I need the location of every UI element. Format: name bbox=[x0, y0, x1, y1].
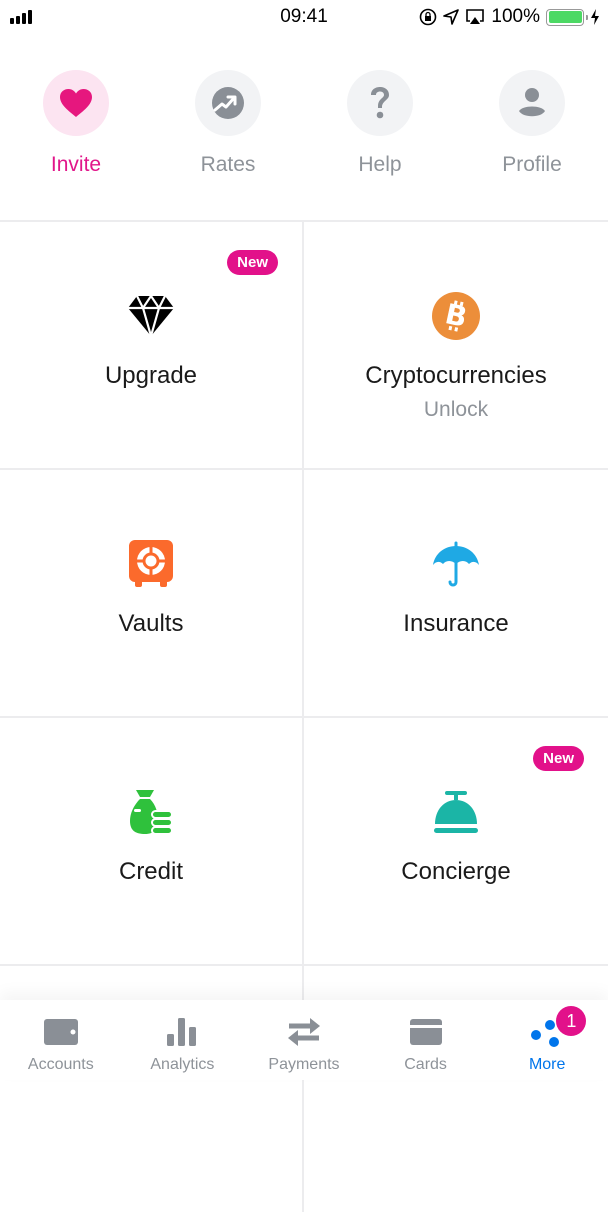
charging-icon bbox=[591, 9, 599, 25]
tile-label: Vaults bbox=[118, 610, 184, 637]
tab-bar: Accounts Analytics Payments Cards 1 More bbox=[0, 1000, 608, 1080]
tile-label: Insurance bbox=[403, 610, 509, 637]
tab-label: Analytics bbox=[150, 1056, 215, 1073]
tile-concierge[interactable]: New Concierge bbox=[304, 718, 608, 964]
tile-credit[interactable]: Credit bbox=[0, 718, 304, 964]
tile-label: Concierge bbox=[401, 858, 511, 885]
service-bell-icon bbox=[434, 791, 478, 833]
tab-label: Payments bbox=[268, 1056, 340, 1073]
quick-action-label: Rates bbox=[200, 153, 256, 176]
battery-icon bbox=[546, 8, 588, 26]
tile-cryptocurrencies[interactable]: B Cryptocurrencies Unlock bbox=[304, 222, 608, 468]
tab-payments[interactable]: Payments bbox=[243, 1000, 365, 1080]
card-icon bbox=[409, 1019, 442, 1045]
status-bar: 09:41 100% bbox=[0, 0, 608, 34]
transfer-arrows-icon bbox=[287, 1018, 320, 1046]
tab-label: More bbox=[528, 1056, 566, 1073]
tile-insurance[interactable]: Insurance bbox=[304, 470, 608, 716]
tile-label: Cryptocurrencies bbox=[365, 362, 547, 389]
quick-action-label: Profile bbox=[502, 153, 562, 176]
bitcoin-icon: B bbox=[432, 292, 480, 340]
question-icon bbox=[371, 87, 389, 119]
tab-label: Cards bbox=[404, 1056, 447, 1073]
quick-action-label: Invite bbox=[50, 153, 102, 176]
diamond-icon bbox=[128, 295, 174, 337]
quick-action-rates[interactable]: Rates bbox=[152, 70, 304, 190]
rotation-lock-icon bbox=[420, 8, 437, 26]
quick-action-invite[interactable]: Invite bbox=[0, 70, 152, 190]
safe-icon bbox=[129, 540, 173, 587]
quick-action-help[interactable]: Help bbox=[304, 70, 456, 190]
umbrella-icon bbox=[433, 541, 479, 587]
location-icon bbox=[443, 9, 460, 25]
tile-sublabel: Unlock bbox=[423, 398, 489, 421]
quick-action-profile[interactable]: Profile bbox=[456, 70, 608, 190]
bar-chart-icon bbox=[167, 1018, 197, 1046]
wallet-icon bbox=[43, 1019, 78, 1045]
heart-icon bbox=[60, 89, 92, 117]
tile-label: Credit bbox=[118, 858, 184, 885]
tile-vaults[interactable]: Vaults bbox=[0, 470, 304, 716]
tab-more[interactable]: 1 More bbox=[486, 1000, 608, 1080]
new-badge: New bbox=[533, 746, 584, 771]
airplay-icon bbox=[466, 9, 485, 24]
tab-analytics[interactable]: Analytics bbox=[122, 1000, 244, 1080]
tile-label: Upgrade bbox=[104, 362, 198, 389]
quick-actions: Invite Rates Help Profile bbox=[0, 70, 608, 190]
trending-up-icon bbox=[212, 87, 244, 119]
quick-action-label: Help bbox=[358, 153, 402, 176]
tab-label: Accounts bbox=[27, 1056, 94, 1073]
tab-accounts[interactable]: Accounts bbox=[0, 1000, 122, 1080]
battery-percent: 100% bbox=[491, 6, 540, 27]
money-bag-icon bbox=[130, 790, 173, 835]
notification-badge: 1 bbox=[556, 1006, 587, 1036]
new-badge: New bbox=[227, 250, 278, 275]
person-icon bbox=[519, 88, 545, 117]
tab-cards[interactable]: Cards bbox=[365, 1000, 487, 1080]
tile-upgrade[interactable]: New Upgrade bbox=[0, 222, 304, 468]
